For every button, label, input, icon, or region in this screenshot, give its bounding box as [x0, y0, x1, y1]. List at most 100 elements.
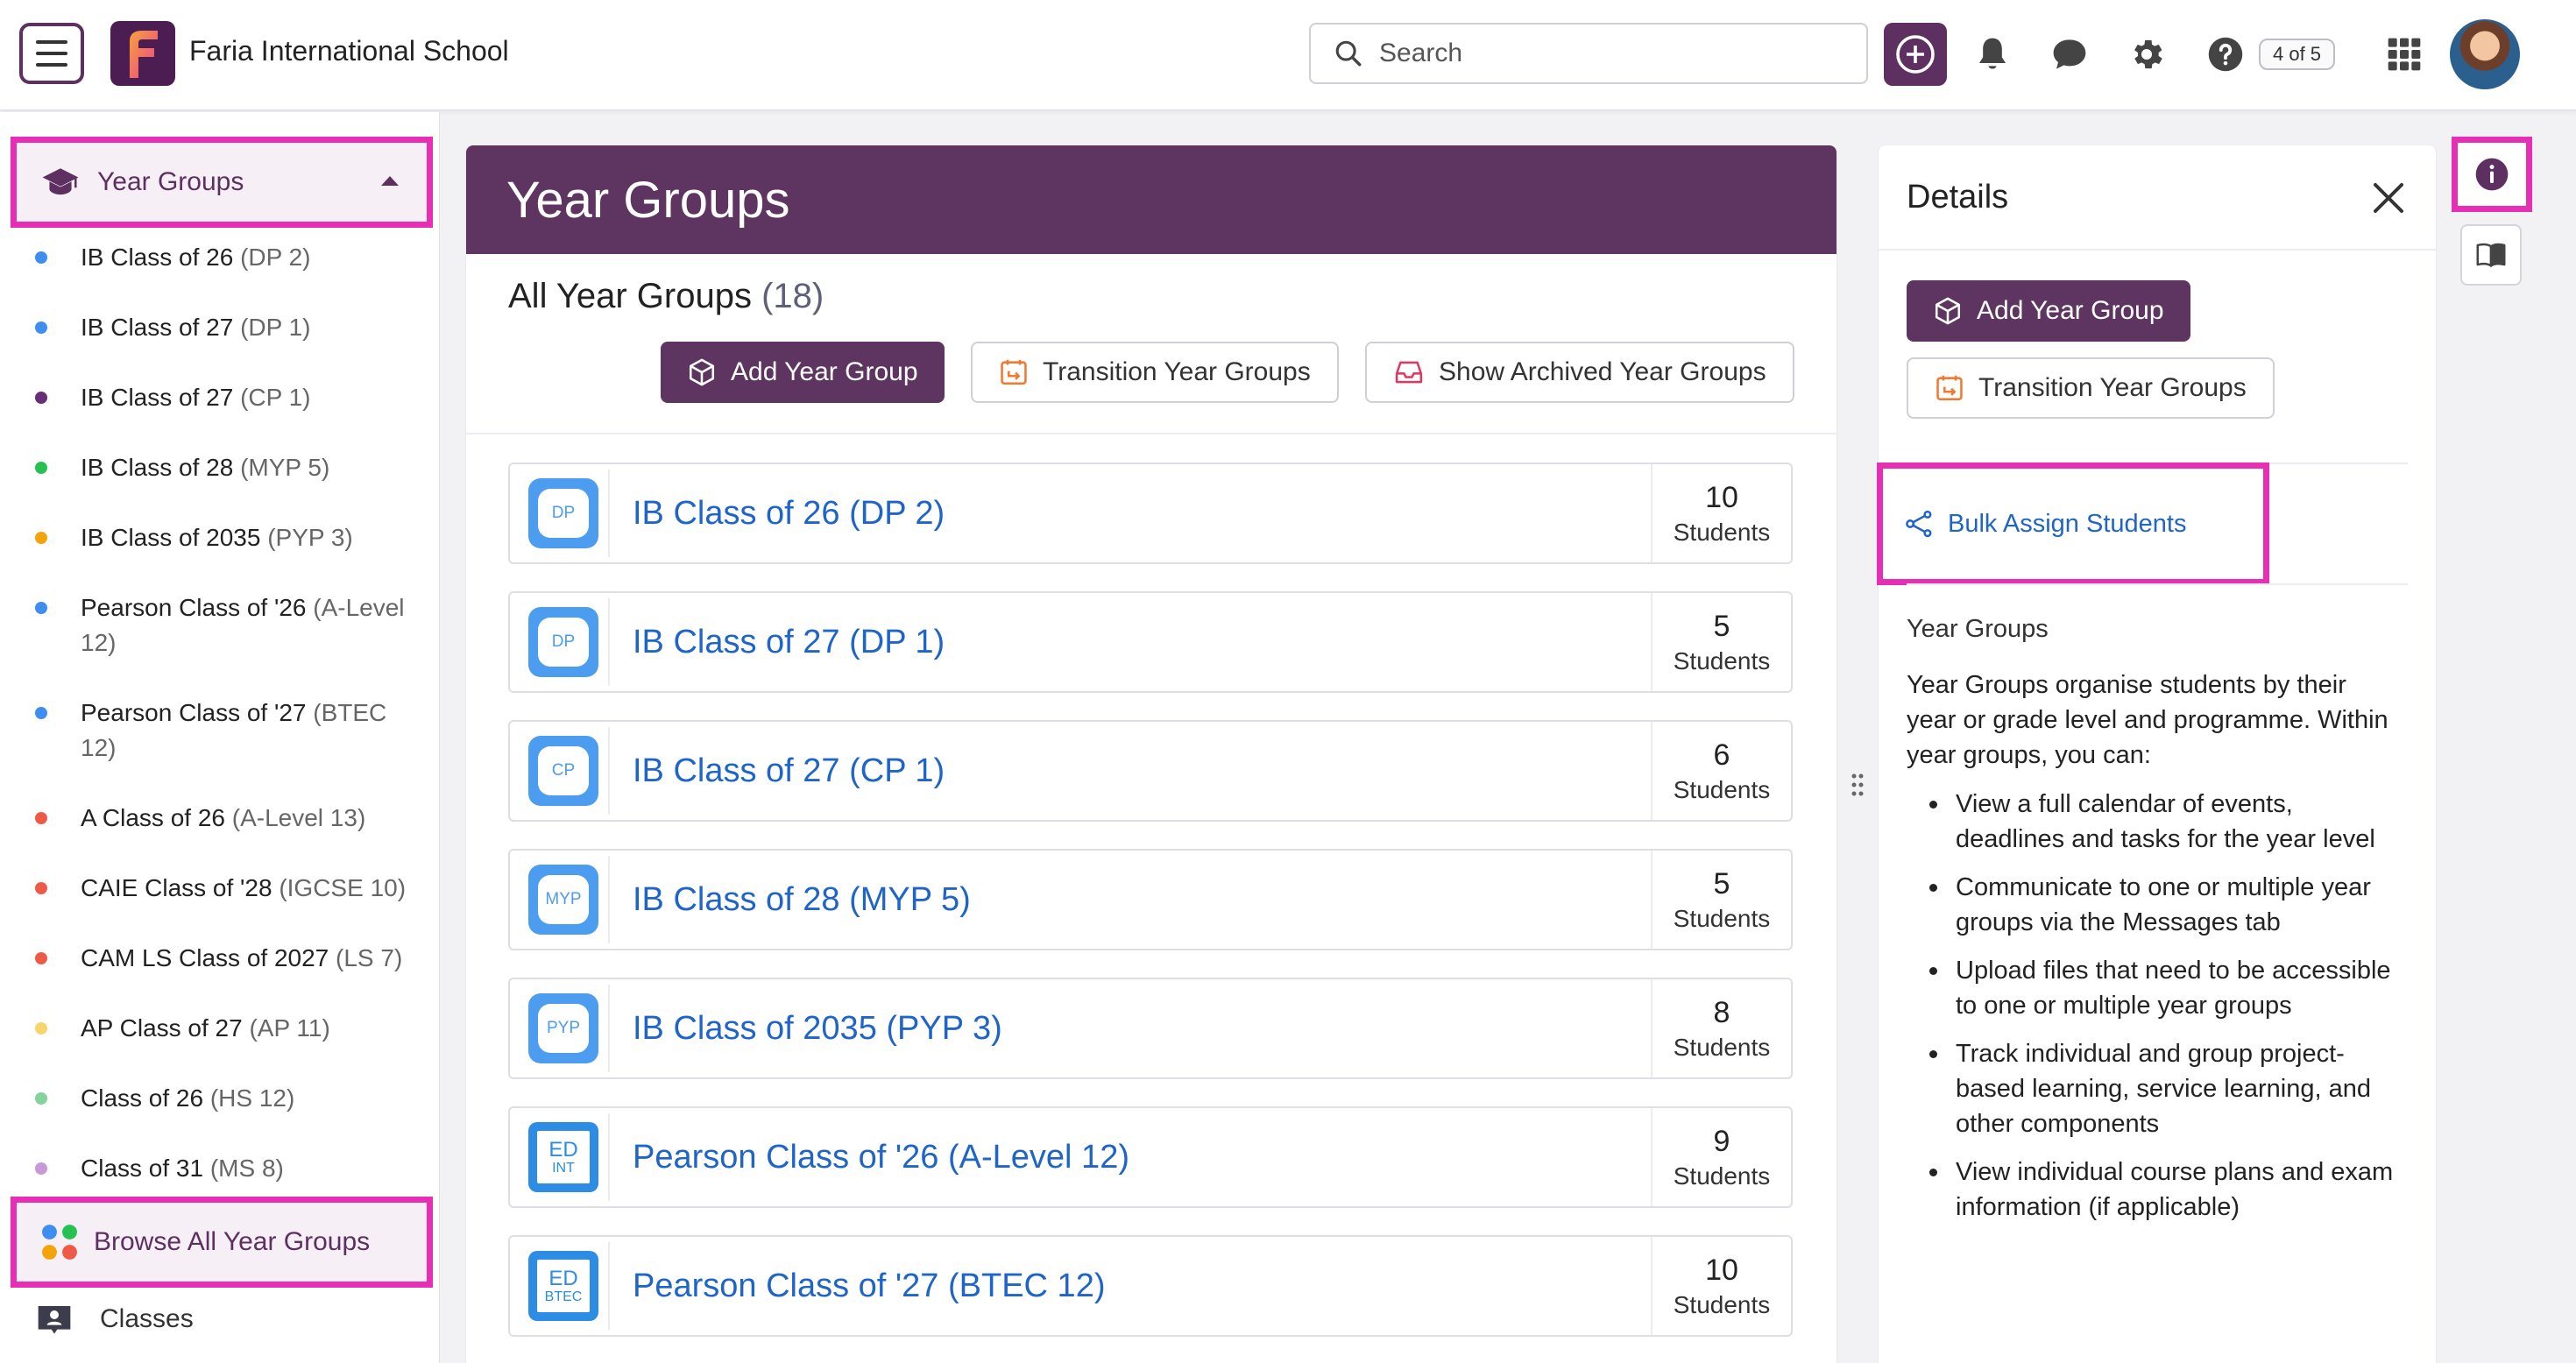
- sidebar-item-year-group[interactable]: Class of 26 (HS 12): [35, 1081, 421, 1116]
- year-group-icon-cell: DP: [519, 470, 610, 557]
- year-group-link[interactable]: IB Class of 28 (MYP 5): [633, 851, 971, 949]
- status-dot-icon: [35, 1162, 47, 1175]
- feature-list-item: Communicate to one or multiple year grou…: [1907, 870, 2397, 940]
- guide-panel-toggle[interactable]: [2460, 224, 2522, 286]
- status-dot-icon: [35, 1092, 47, 1105]
- feature-list-item: Track individual and group project-based…: [1907, 1036, 2397, 1141]
- sidebar-section-label: Year Groups: [97, 167, 244, 196]
- settings-button[interactable]: [2127, 35, 2166, 74]
- year-group-row[interactable]: DP IB Class of 26 (DP 2) 10 Students: [508, 463, 1793, 564]
- feature-list-item: Upload files that need to be accessible …: [1907, 953, 2397, 1023]
- year-group-link[interactable]: IB Class of 27 (CP 1): [633, 722, 945, 820]
- sidebar-section-year-groups[interactable]: Year Groups: [11, 137, 433, 228]
- feature-list-item: View a full calendar of events, deadline…: [1907, 787, 2397, 857]
- sidebar-item-label: Class of 26 (HS 12): [81, 1084, 295, 1112]
- close-icon: [2374, 183, 2403, 213]
- sidebar-item-year-group[interactable]: Class of 31 (MS 8): [35, 1151, 421, 1186]
- sidebar-section-classes[interactable]: Classes: [35, 1302, 194, 1337]
- apps-button[interactable]: [2385, 35, 2424, 74]
- sidebar-item-label: IB Class of 27 (CP 1): [81, 384, 311, 411]
- bulk-assign-students-link[interactable]: Bulk Assign Students: [1877, 463, 2269, 585]
- sidebar-item-year-group[interactable]: IB Class of 27 (CP 1): [35, 380, 421, 415]
- search-box[interactable]: [1309, 23, 1868, 84]
- faria-logo-icon: [130, 31, 158, 78]
- add-year-group-button[interactable]: Add Year Group: [661, 342, 945, 403]
- sidebar-item-year-group[interactable]: Pearson Class of '27 (BTEC 12): [35, 696, 421, 766]
- sidebar-item-label: IB Class of 28 (MYP 5): [81, 454, 330, 481]
- year-group-link[interactable]: IB Class of 27 (DP 1): [633, 593, 945, 691]
- sidebar-item-year-group[interactable]: AP Class of 27 (AP 11): [35, 1011, 421, 1046]
- year-group-row[interactable]: MYP IB Class of 28 (MYP 5) 5 Students: [508, 849, 1793, 950]
- year-group-link[interactable]: Pearson Class of '27 (BTEC 12): [633, 1237, 1105, 1335]
- details-header: Details: [1879, 145, 2436, 251]
- search-icon: [1335, 40, 1362, 67]
- sidebar-item-label: IB Class of 27 (DP 1): [81, 314, 311, 341]
- chat-bubble-icon: [2053, 39, 2086, 69]
- transition-year-groups-button[interactable]: Transition Year Groups: [971, 342, 1339, 403]
- hamburger-icon: [36, 40, 67, 44]
- page-header: Year Groups: [466, 145, 1836, 254]
- status-dot-icon: [35, 251, 47, 264]
- sidebar-item-label: Class of 31 (MS 8): [81, 1155, 284, 1182]
- help-button[interactable]: [2206, 35, 2245, 74]
- year-group-row[interactable]: DP IB Class of 27 (DP 1) 5 Students: [508, 591, 1793, 693]
- sidebar-item-year-group[interactable]: A Class of 26 (A-Level 13): [35, 801, 421, 836]
- year-group-row[interactable]: ED INT Pearson Class of '26 (A-Level 12) 9 S…: [508, 1106, 1793, 1208]
- sidebar-item-year-group[interactable]: IB Class of 27 (DP 1): [35, 310, 421, 345]
- sidebar-item-label: Pearson Class of '26 (A-Level 12): [81, 594, 405, 656]
- cube-icon: [689, 358, 715, 386]
- sidebar: Year Groups IB Class of 26 (DP 2) IB Clas…: [0, 112, 440, 1363]
- year-group-icon-cell: MYP: [519, 856, 610, 943]
- year-group-row[interactable]: PYP IB Class of 2035 (PYP 3) 8 Students: [508, 978, 1793, 1079]
- programme-badge-icon: DP: [528, 607, 598, 677]
- sidebar-item-year-group[interactable]: IB Class of 28 (MYP 5): [35, 450, 421, 485]
- details-transition-year-groups-button[interactable]: Transition Year Groups: [1907, 357, 2275, 419]
- status-dot-icon: [35, 707, 47, 719]
- student-count: 8 Students: [1651, 979, 1791, 1077]
- details-panel: Details Add Year Group Transition Year G…: [1877, 145, 2436, 1363]
- year-group-row[interactable]: CP IB Class of 27 (CP 1) 6 Students: [508, 720, 1793, 822]
- sidebar-item-year-group[interactable]: IB Class of 26 (DP 2): [35, 240, 421, 275]
- student-count: 10 Students: [1651, 1237, 1791, 1335]
- status-dot-icon: [35, 952, 47, 964]
- details-intro-text: Year Groups organise students by their y…: [1907, 671, 2388, 769]
- sidebar-item-year-group[interactable]: CAM LS Class of 2027 (LS 7): [35, 941, 421, 976]
- programme-badge-icon: DP: [528, 478, 598, 548]
- school-logo[interactable]: [110, 21, 175, 86]
- main-panel: Year Groups All Year Groups (18) Add Yea…: [466, 145, 1836, 1363]
- panel-resize-handle[interactable]: [1851, 773, 1865, 797]
- drag-handle-icon: [1851, 773, 1864, 796]
- notifications-button[interactable]: [1973, 35, 2012, 74]
- year-group-link[interactable]: IB Class of 2035 (PYP 3): [633, 979, 1002, 1077]
- search-input[interactable]: [1379, 39, 1835, 68]
- year-group-row[interactable]: ED BTEC Pearson Class of '27 (BTEC 12) 10 St…: [508, 1235, 1793, 1337]
- archive-inbox-icon: [1395, 361, 1423, 384]
- student-count: 5 Students: [1651, 593, 1791, 691]
- divider: [1907, 583, 2408, 585]
- browse-all-year-groups-link[interactable]: Browse All Year Groups: [11, 1197, 433, 1288]
- info-panel-toggle[interactable]: [2452, 137, 2532, 212]
- student-count: 6 Students: [1651, 722, 1791, 820]
- show-archived-year-groups-button[interactable]: Show Archived Year Groups: [1365, 342, 1794, 403]
- menu-button[interactable]: [19, 23, 84, 84]
- programme-badge-icon: PYP: [528, 993, 598, 1063]
- sidebar-item-year-group[interactable]: IB Class of 2035 (PYP 3): [35, 520, 421, 555]
- messages-button[interactable]: [2050, 35, 2089, 74]
- details-add-year-group-button[interactable]: Add Year Group: [1907, 280, 2190, 342]
- quick-add-button[interactable]: [1884, 23, 1947, 86]
- status-dot-icon: [35, 532, 47, 544]
- sidebar-item-year-group[interactable]: Pearson Class of '26 (A-Level 12): [35, 590, 421, 660]
- year-group-icon-cell: PYP: [519, 985, 610, 1072]
- school-name[interactable]: Faria International School: [189, 35, 509, 67]
- year-group-link[interactable]: IB Class of 26 (DP 2): [633, 464, 945, 562]
- sidebar-item-year-group[interactable]: CAIE Class of '28 (IGCSE 10): [35, 871, 421, 906]
- year-group-link[interactable]: Pearson Class of '26 (A-Level 12): [633, 1108, 1129, 1206]
- user-avatar[interactable]: [2450, 19, 2520, 89]
- cube-icon: [1935, 297, 1961, 325]
- close-details-button[interactable]: [2371, 180, 2406, 215]
- onboarding-progress-badge[interactable]: 4 of 5: [2259, 39, 2336, 70]
- status-dot-icon: [35, 812, 47, 824]
- colored-dots-icon: [42, 1225, 77, 1260]
- collapse-caret-icon[interactable]: [381, 176, 399, 186]
- calendar-transition-icon: [1001, 359, 1027, 385]
